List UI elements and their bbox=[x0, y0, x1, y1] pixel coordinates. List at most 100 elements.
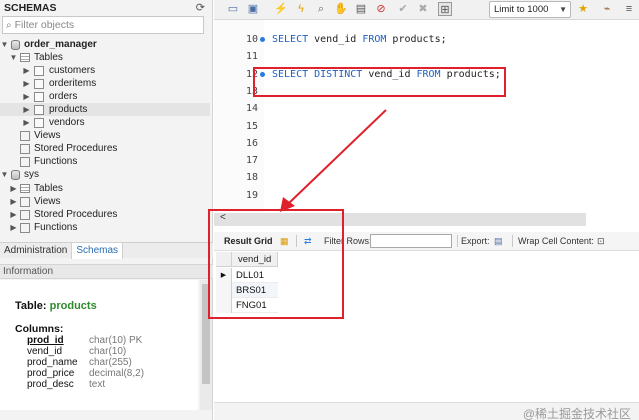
tree-item-views[interactable]: Views bbox=[0, 129, 210, 142]
autocommit-icon[interactable]: ⊞ bbox=[438, 2, 452, 16]
expand-arrow-icon[interactable]: ▼ bbox=[0, 38, 9, 51]
collapse-arrow-icon[interactable]: ▶ bbox=[9, 195, 18, 208]
column-row: vend_id char(10) bbox=[27, 346, 126, 357]
search-icon: ⌕ bbox=[6, 19, 12, 31]
tab-schemas[interactable]: Schemas bbox=[71, 243, 124, 259]
wrap-cell-icon[interactable]: ⊡ bbox=[597, 236, 605, 247]
table-title: Table: products bbox=[15, 300, 97, 312]
star-icon[interactable]: ★ bbox=[576, 2, 590, 16]
tree-item-tables[interactable]: ▼ Tables bbox=[0, 51, 210, 64]
table-name: orderitems bbox=[49, 78, 97, 89]
collapse-arrow-icon[interactable]: ▶ bbox=[22, 64, 31, 77]
tree-item-table-customers[interactable]: ▶ customers bbox=[0, 64, 210, 77]
collapse-arrow-icon[interactable]: ▶ bbox=[9, 208, 18, 221]
collapse-arrow-icon[interactable]: ▶ bbox=[9, 182, 18, 195]
export-label: Export: bbox=[461, 236, 490, 246]
column-type: decimal(8,2) bbox=[89, 368, 145, 379]
line-number: 11 bbox=[245, 51, 258, 63]
commit-icon[interactable]: ⊘ bbox=[374, 2, 388, 16]
rollback-icon[interactable]: ✖ bbox=[416, 2, 430, 16]
code-line[interactable]: SELECT vend_id FROM products; bbox=[272, 34, 447, 45]
collapse-arrow-icon[interactable]: ▶ bbox=[22, 77, 31, 90]
highlight-box-result bbox=[208, 209, 344, 319]
information-panel: Table: products Columns: prod_id char(10)… bbox=[0, 280, 198, 410]
refresh-icon[interactable]: ⟳ bbox=[196, 1, 205, 14]
sql-keyword: SELECT bbox=[272, 34, 309, 45]
limit-rows-select[interactable]: Limit to 1000 rows ▼ bbox=[489, 1, 571, 30]
stop-icon[interactable]: ✋ bbox=[334, 2, 348, 16]
views-icon bbox=[20, 130, 30, 141]
tree-item-stored-procedures[interactable]: Stored Procedures bbox=[0, 142, 210, 155]
line-number: 15 bbox=[245, 120, 258, 132]
footer-bar: @稀土掘金技术社区 bbox=[214, 402, 639, 420]
sql-editor-toolbar: ▭ ▣ ⚡ ϟ ⌕ ✋ ▤ ⊘ ✔ ✖ ⊞ Limit to 1000 rows… bbox=[214, 0, 639, 30]
tree-item-sys[interactable]: ▼ sys bbox=[0, 168, 210, 181]
export-icon[interactable]: ▤ bbox=[494, 236, 503, 247]
columns-label: Columns: bbox=[15, 323, 64, 335]
column-row: prod_price decimal(8,2) bbox=[27, 368, 144, 379]
line-number: 10 bbox=[245, 34, 258, 45]
check-icon[interactable]: ✔ bbox=[396, 2, 410, 16]
tables-folder-icon bbox=[20, 53, 30, 62]
execute-current-icon[interactable]: ϟ bbox=[294, 2, 308, 16]
execute-icon[interactable]: ⚡ bbox=[274, 2, 288, 16]
expand-arrow-icon[interactable]: ▼ bbox=[0, 168, 9, 181]
collapse-arrow-icon[interactable]: ▶ bbox=[9, 221, 18, 234]
expand-arrow-icon[interactable]: ▼ bbox=[9, 51, 18, 64]
tab-administration[interactable]: Administration bbox=[0, 243, 71, 259]
sidebar-tabs: Administration Schemas bbox=[0, 242, 213, 259]
collapse-arrow-icon[interactable]: ▶ bbox=[22, 103, 31, 116]
column-row: prod_desc text bbox=[27, 379, 105, 390]
tree-item-sys-tables[interactable]: ▶ Tables bbox=[0, 182, 210, 195]
line-number: 14 bbox=[245, 103, 258, 115]
line-number: 19 bbox=[245, 189, 258, 201]
column-type: text bbox=[89, 379, 106, 390]
schema-name: sys bbox=[24, 169, 39, 180]
tree-label: Tables bbox=[34, 183, 63, 194]
toggle-continue-icon[interactable]: ▤ bbox=[354, 2, 368, 16]
tree-item-table-vendors[interactable]: ▶ vendors bbox=[0, 116, 210, 129]
filter-objects-box[interactable]: ⌕ bbox=[2, 16, 204, 34]
tree-item-table-products[interactable]: ▶ products bbox=[0, 103, 210, 116]
explain-icon[interactable]: ⌕ bbox=[314, 2, 328, 16]
column-name: prod_id bbox=[27, 335, 64, 346]
beautify-icon[interactable]: ⌁ bbox=[600, 2, 614, 16]
tree-item-functions[interactable]: Functions bbox=[0, 155, 210, 168]
tree-label: Stored Procedures bbox=[34, 209, 118, 220]
wrap-cell-label: Wrap Cell Content: bbox=[518, 236, 594, 246]
functions-icon bbox=[20, 222, 30, 233]
database-icon bbox=[11, 39, 20, 50]
tree-item-table-orderitems[interactable]: ▶ orderitems bbox=[0, 77, 210, 90]
line-number: 16 bbox=[245, 137, 258, 149]
collapse-arrow-icon[interactable]: ▶ bbox=[22, 90, 31, 103]
tree-item-sys-procedures[interactable]: ▶ Stored Procedures bbox=[0, 208, 210, 221]
tree-item-sys-functions[interactable]: ▶ Functions bbox=[0, 221, 210, 234]
search-replace-icon[interactable]: ≡ bbox=[622, 2, 636, 16]
sql-text: vend_id bbox=[308, 34, 363, 45]
table-prefix: Table: bbox=[15, 300, 47, 312]
highlight-box-query bbox=[253, 67, 506, 97]
editor-corner bbox=[586, 213, 639, 226]
save-icon[interactable]: ▣ bbox=[246, 2, 260, 16]
views-icon bbox=[20, 196, 30, 207]
collapse-arrow-icon[interactable]: ▶ bbox=[22, 116, 31, 129]
table-icon bbox=[34, 65, 44, 76]
tree-item-table-orders[interactable]: ▶ orders bbox=[0, 90, 210, 103]
sql-text: products; bbox=[386, 34, 447, 45]
tree-label: Views bbox=[34, 130, 61, 141]
open-folder-icon[interactable]: ▭ bbox=[226, 2, 240, 16]
column-name: vend_id bbox=[27, 346, 63, 357]
tree-item-order-manager[interactable]: ▼ order_manager bbox=[0, 38, 210, 51]
tree-item-sys-views[interactable]: ▶ Views bbox=[0, 195, 210, 208]
filter-rows-input[interactable] bbox=[370, 234, 452, 248]
separator bbox=[512, 235, 513, 247]
filter-objects-input[interactable] bbox=[14, 19, 185, 31]
column-name: prod_name bbox=[27, 357, 78, 368]
line-number: 18 bbox=[245, 172, 258, 184]
functions-icon bbox=[20, 156, 30, 167]
tree-label: Stored Procedures bbox=[34, 143, 118, 154]
column-name: prod_desc bbox=[27, 379, 74, 390]
sql-editor[interactable]: 10 11 12 13 14 15 16 17 18 19 SELECT vend_id FROM… bbox=[214, 20, 639, 213]
statement-marker-icon bbox=[260, 37, 265, 42]
column-type: char(10) PK bbox=[89, 335, 143, 346]
